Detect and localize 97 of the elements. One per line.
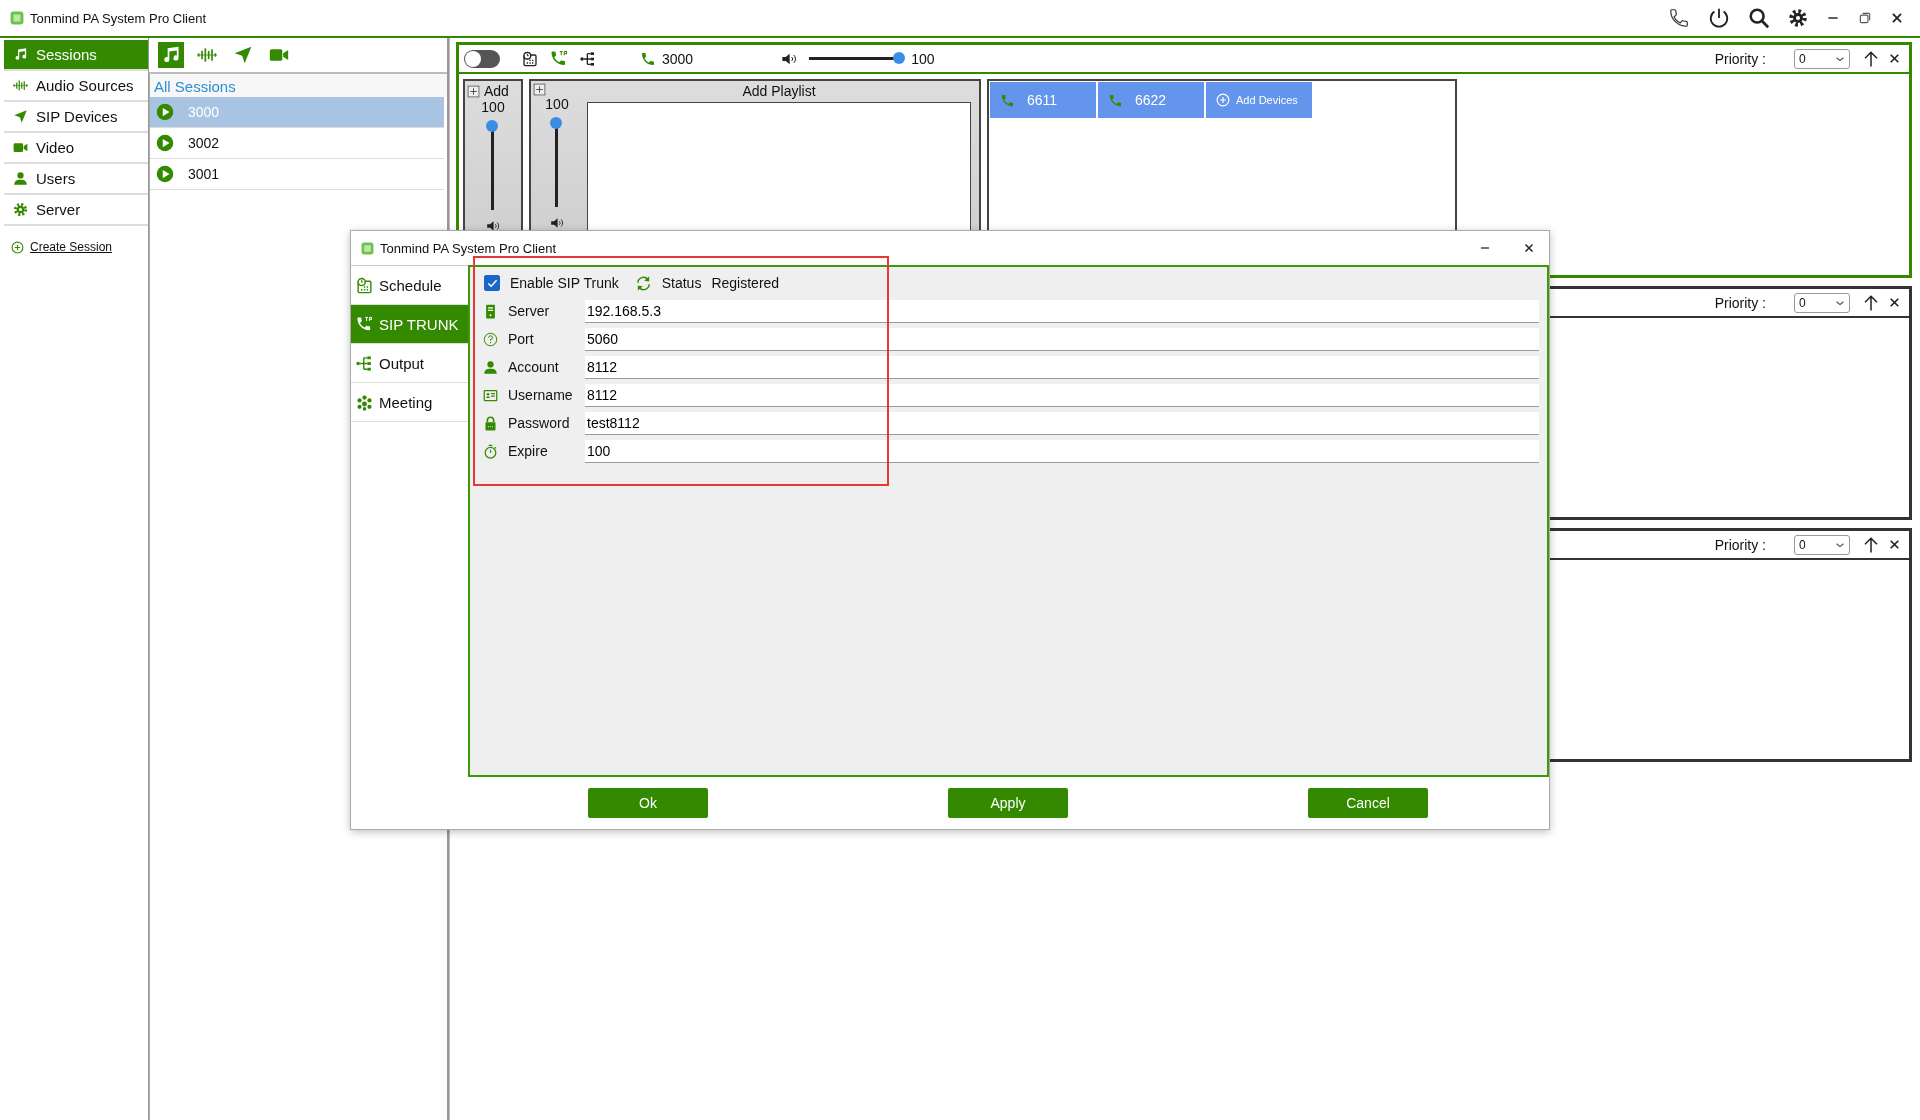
settings-icon <box>13 202 28 217</box>
user-icon <box>13 171 28 186</box>
field-label: Password <box>508 415 571 431</box>
move-up-icon[interactable] <box>1862 49 1880 68</box>
close-icon[interactable] <box>1890 11 1904 25</box>
volume-value: 100 <box>911 50 935 67</box>
waveform-icon <box>13 78 28 93</box>
dialog-button[interactable]: Cancel <box>1308 788 1428 818</box>
priority-label: Priority : <box>1714 50 1766 67</box>
channel-label: Add <box>484 83 509 99</box>
app-logo-icon <box>10 11 24 25</box>
input-field[interactable]: 100 <box>585 439 1539 463</box>
add-icon[interactable] <box>467 84 480 98</box>
list-header: All Sessions <box>150 74 447 97</box>
settings-icon[interactable] <box>1788 8 1808 28</box>
output-tree-icon[interactable] <box>580 50 596 67</box>
dialog-button[interactable]: Ok <box>588 788 708 818</box>
music-note-icon <box>13 47 28 62</box>
input-field[interactable]: 8112 <box>585 383 1539 407</box>
lock-icon <box>483 415 498 431</box>
field-label: Account <box>508 359 560 375</box>
id-card-icon <box>483 387 498 403</box>
playlist-title[interactable]: Add Playlist <box>742 81 816 102</box>
nav-item[interactable]: SIP Devices <box>4 102 148 133</box>
close-icon[interactable] <box>1888 296 1901 309</box>
slider-thumb[interactable] <box>550 117 563 129</box>
sip-phone-icon[interactable] <box>550 49 568 68</box>
calendar-clock-icon[interactable] <box>522 50 538 67</box>
phone-icon[interactable] <box>1668 7 1690 29</box>
nav-item[interactable]: Video <box>4 133 148 164</box>
channel-level-value: 100 <box>545 96 569 112</box>
dialog-title: Tonmind PA System Pro Client <box>380 240 557 256</box>
field-label: Server <box>508 303 551 319</box>
status-value: Registered <box>711 275 780 291</box>
nav-item[interactable]: Sessions <box>4 40 148 71</box>
channel-level-value: 100 <box>481 99 505 115</box>
play-icon <box>156 103 174 121</box>
field-label: Port <box>508 331 535 347</box>
question-mark-icon <box>483 331 498 347</box>
input-field[interactable]: 192.168.5.3 <box>585 299 1539 323</box>
priority-dropdown[interactable]: 0 <box>1794 534 1850 555</box>
checkbox[interactable] <box>484 275 500 291</box>
add-icon[interactable] <box>533 83 546 96</box>
power-icon[interactable] <box>1708 7 1730 29</box>
server-icon <box>483 303 498 319</box>
play-icon <box>156 134 174 152</box>
stopwatch-icon <box>483 443 498 459</box>
slider-thumb[interactable] <box>486 120 499 132</box>
nav-item[interactable]: Users <box>4 164 148 195</box>
app-logo-icon <box>361 241 374 255</box>
checkmark-icon <box>486 277 498 289</box>
search-icon[interactable] <box>1748 7 1770 29</box>
refresh-icon[interactable] <box>634 274 652 292</box>
calendar-clock-icon <box>356 276 373 294</box>
add-circle-icon[interactable] <box>11 240 24 254</box>
phone-icon <box>640 50 656 67</box>
session-row[interactable]: 3001 <box>150 159 444 190</box>
close-icon[interactable] <box>1888 538 1901 551</box>
field-label: Expire <box>508 443 549 459</box>
dialog-button[interactable]: Apply <box>948 788 1068 818</box>
user-icon <box>483 359 498 375</box>
music-note-tab-icon[interactable] <box>158 42 184 68</box>
settings-tab[interactable]: SIP TRUNK <box>351 305 468 344</box>
phone-icon <box>1000 92 1015 108</box>
nav-item[interactable]: Server <box>4 195 148 226</box>
priority-dropdown[interactable]: 0 <box>1794 292 1850 313</box>
window-title: Tonmind PA System Pro Client <box>30 10 207 26</box>
checkbox-label: Enable SIP Trunk <box>510 275 619 291</box>
move-up-icon[interactable] <box>1862 293 1880 312</box>
close-icon[interactable] <box>1523 242 1535 254</box>
nav-item[interactable]: Audio Sources <box>4 71 148 102</box>
speaker-icon[interactable] <box>550 216 564 230</box>
priority-dropdown[interactable]: 0 <box>1794 48 1850 69</box>
sip-phone-icon <box>356 315 373 333</box>
close-icon[interactable] <box>1888 52 1901 65</box>
video-camera-icon <box>13 140 28 155</box>
play-icon <box>156 165 174 183</box>
add-circle-icon <box>1216 93 1230 107</box>
session-row[interactable]: 3002 <box>150 128 444 159</box>
move-up-icon[interactable] <box>1862 535 1880 554</box>
session-number: 3000 <box>662 50 694 67</box>
phone-icon <box>1108 92 1123 108</box>
create-session-link[interactable]: Create Session <box>30 240 113 254</box>
speaker-icon[interactable] <box>486 219 500 233</box>
restore-icon[interactable] <box>1858 11 1872 25</box>
slider-thumb[interactable] <box>893 52 906 64</box>
priority-label: Priority : <box>1714 536 1766 553</box>
priority-label: Priority : <box>1714 294 1766 311</box>
input-field[interactable]: 8112 <box>585 355 1539 379</box>
input-field[interactable]: test8112 <box>585 411 1539 435</box>
output-tree-icon <box>356 354 373 372</box>
status-label: Status <box>661 275 702 291</box>
arrow-pointer-icon <box>13 109 28 124</box>
field-label: Username <box>508 387 574 403</box>
toggle-switch[interactable] <box>464 49 500 68</box>
input-field[interactable]: 5060 <box>585 327 1539 351</box>
people-group-icon <box>356 393 373 411</box>
